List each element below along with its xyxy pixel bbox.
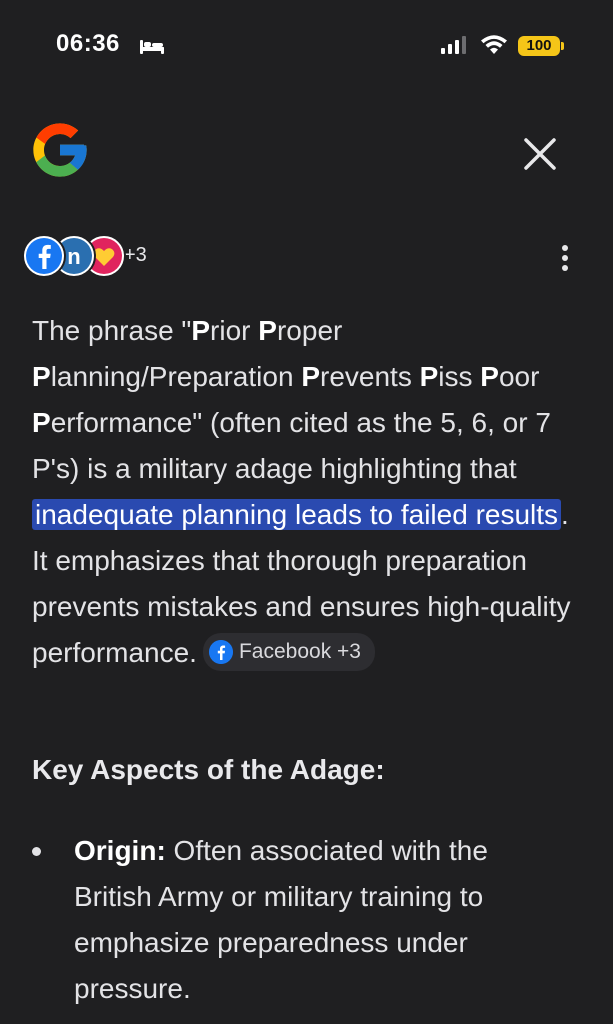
bed-icon xyxy=(140,40,164,54)
svg-text:n: n xyxy=(67,244,80,269)
status-bar: 06:36 100 xyxy=(0,0,613,92)
close-icon[interactable] xyxy=(516,130,564,178)
more-vertical-icon[interactable] xyxy=(552,240,578,276)
source-avatars[interactable]: n xyxy=(22,234,182,278)
answer-paragraph: The phrase "Prior Proper Planning/Prepar… xyxy=(32,308,582,676)
signal-icon xyxy=(441,36,466,54)
bullet-list: Origin: Often associated with the Britis… xyxy=(32,828,572,1012)
source-chip-label: Facebook +3 xyxy=(238,639,361,663)
facebook-chip-icon xyxy=(208,639,233,664)
battery-icon: 100 xyxy=(518,36,560,56)
list-item: Origin: Often associated with the Britis… xyxy=(32,828,572,1012)
bullet-term: Origin: xyxy=(74,835,166,866)
source-chip[interactable]: Facebook +3 xyxy=(202,632,375,671)
bullet-dot xyxy=(32,847,41,856)
highlighted-text[interactable]: inadequate planning leads to failed resu… xyxy=(32,499,562,530)
status-time: 06:36 xyxy=(56,30,120,57)
wifi-icon xyxy=(481,35,507,54)
section-heading: Key Aspects of the Adage: xyxy=(32,754,385,785)
google-g-logo xyxy=(33,123,87,177)
battery-nub xyxy=(561,42,564,50)
more-sources-count[interactable]: +3 xyxy=(124,244,147,267)
facebook-icon xyxy=(22,234,66,278)
